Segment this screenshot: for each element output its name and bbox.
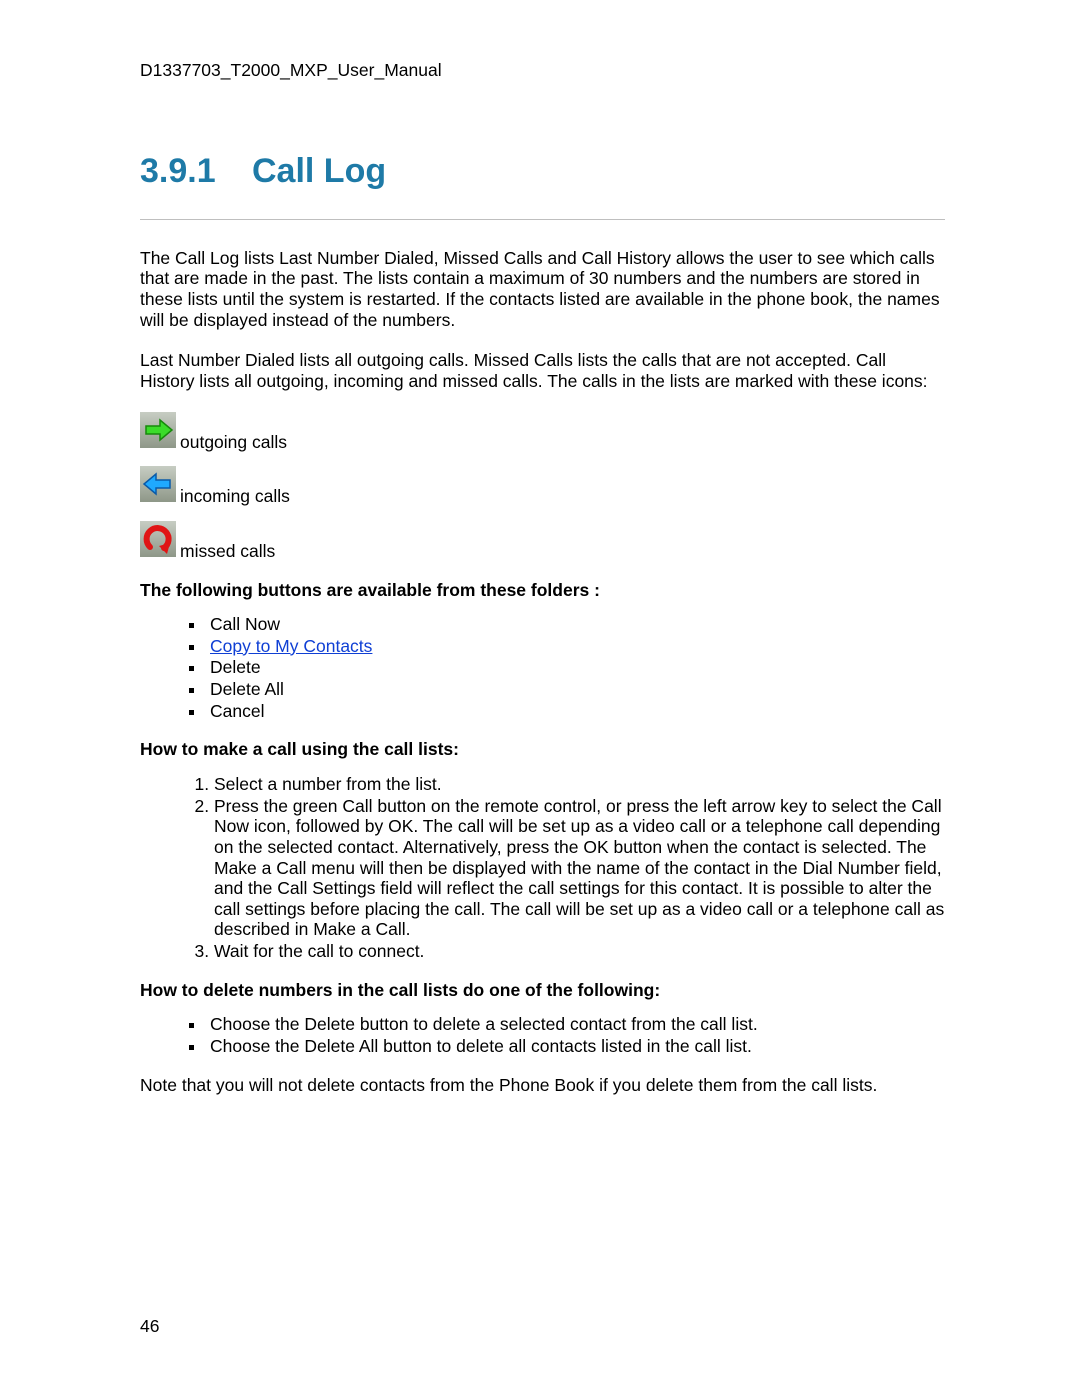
outgoing-label: outgoing calls [180, 432, 287, 453]
howto-call-steps: Select a number from the list. Press the… [140, 774, 945, 962]
section-number: 3.9.1 [140, 151, 252, 191]
list-item: Choose the Delete All button to delete a… [206, 1036, 945, 1057]
section-title: Call Log [252, 152, 386, 190]
delete-option-text: Choose the Delete All button to delete a… [210, 1036, 752, 1056]
list-item: Select a number from the list. [214, 774, 945, 795]
missed-arrow-icon [140, 521, 176, 562]
button-label: Delete [210, 657, 261, 677]
list-item: Wait for the call to connect. [214, 941, 945, 962]
icon-row-outgoing: outgoing calls [140, 412, 945, 453]
missed-label: missed calls [180, 541, 275, 562]
howto-call-heading: How to make a call using the call lists: [140, 739, 945, 760]
step-text: Wait for the call to connect. [214, 941, 424, 961]
document-header: D1337703_T2000_MXP_User_Manual [140, 60, 945, 81]
list-item: Cancel [206, 701, 945, 722]
incoming-label: incoming calls [180, 486, 290, 507]
list-item: Press the green Call button on the remot… [214, 796, 945, 940]
incoming-arrow-icon [140, 466, 176, 507]
icon-row-incoming: incoming calls [140, 466, 945, 507]
heading-rule [140, 219, 945, 220]
button-label: Cancel [210, 701, 264, 721]
copy-to-my-contacts-link[interactable]: Copy to My Contacts [210, 636, 372, 656]
page: D1337703_T2000_MXP_User_Manual 3.9.1Call… [0, 0, 1080, 1397]
note-paragraph: Note that you will not delete contacts f… [140, 1075, 945, 1096]
list-item: Copy to My Contacts [206, 636, 945, 657]
howto-delete-heading: How to delete numbers in the call lists … [140, 980, 945, 1001]
page-number: 46 [140, 1316, 159, 1337]
howto-delete-list: Choose the Delete button to delete a sel… [140, 1014, 945, 1056]
intro-paragraph-1: The Call Log lists Last Number Dialed, M… [140, 248, 945, 331]
list-item: Choose the Delete button to delete a sel… [206, 1014, 945, 1035]
button-label: Call Now [210, 614, 280, 634]
icon-row-missed: missed calls [140, 521, 945, 562]
intro-paragraph-2: Last Number Dialed lists all outgoing ca… [140, 350, 945, 391]
list-item: Delete All [206, 679, 945, 700]
buttons-available-heading: The following buttons are available from… [140, 580, 945, 601]
section-heading: 3.9.1Call Log [140, 151, 945, 191]
button-label: Delete All [210, 679, 284, 699]
step-text: Press the green Call button on the remot… [214, 796, 944, 940]
outgoing-arrow-icon [140, 412, 176, 453]
list-item: Delete [206, 657, 945, 678]
step-text: Select a number from the list. [214, 774, 442, 794]
list-item: Call Now [206, 614, 945, 635]
buttons-list: Call Now Copy to My Contacts Delete Dele… [140, 614, 945, 721]
delete-option-text: Choose the Delete button to delete a sel… [210, 1014, 758, 1034]
